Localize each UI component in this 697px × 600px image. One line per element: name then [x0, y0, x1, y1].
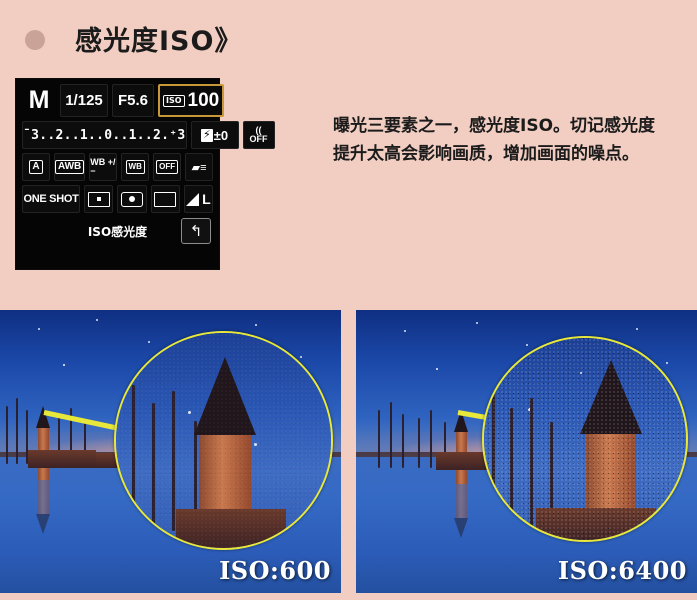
image-noise-overlay: [484, 338, 686, 540]
wireless-flash-icon[interactable]: (( OFF: [242, 121, 275, 149]
metering-mode-button[interactable]: [117, 185, 147, 213]
quality-fine-icon: [186, 192, 200, 206]
af-area-icon: [154, 191, 177, 207]
wb-bracket-button[interactable]: WB: [121, 153, 150, 181]
flash-comp-value: ±0: [213, 127, 229, 143]
picture-style-button[interactable]: A: [22, 153, 50, 181]
camera-lcd-panel: M 1/125 F5.6 ISO 100 ¯3..2..1..0..1..2.⁺…: [15, 78, 275, 270]
iso-value: 100: [187, 89, 220, 111]
lcd-row-exposure: M 1/125 F5.6 ISO 100: [22, 84, 225, 117]
back-button-icon[interactable]: ↰: [181, 218, 211, 244]
photo-iso-low: ISO:600: [0, 310, 341, 593]
lens-correction-icon: OFF: [156, 160, 179, 174]
iso-setting-selected[interactable]: ISO 100: [158, 84, 225, 117]
wb-shift-icon: WB +/−: [90, 157, 116, 176]
lcd-row-image-settings: A AWB WB +/− WB OFF ▰≡: [22, 153, 214, 181]
shooting-mode-display[interactable]: M: [22, 84, 56, 117]
wb-bracket-icon: WB: [125, 160, 145, 174]
quality-size-label: L: [202, 191, 211, 207]
iso-caption-right: ISO:6400: [557, 556, 687, 585]
photo-comparison-strip: ISO:600 ISO:6400: [0, 310, 697, 593]
flash-exposure-compensation[interactable]: ⚡ ±0: [190, 121, 239, 149]
awb-icon: AWB: [54, 160, 85, 174]
page-title: 感光度ISO》: [75, 26, 243, 57]
magnifier-circle: [114, 331, 333, 550]
description-text: 曝光三要素之一，感光度ISO。切记感光度提升太高会影响画质，增加画面的噪点。: [333, 116, 656, 165]
lcd-caption: ISO感光度: [87, 224, 148, 239]
magnifier-content: [116, 333, 331, 548]
white-balance-button[interactable]: AWB: [53, 153, 86, 181]
lcd-footer: ISO感光度 ↰: [22, 217, 213, 245]
picture-style-icon: A: [29, 160, 43, 174]
image-quality-button[interactable]: L: [183, 185, 213, 213]
lens-correction-button[interactable]: OFF: [153, 153, 182, 181]
shutter-speed-display[interactable]: 1/125: [60, 84, 108, 117]
custom-controls-button[interactable]: ▰≡: [185, 153, 214, 181]
af-mode-button[interactable]: ONE SHOT: [22, 185, 80, 213]
bullet-marker-icon: [25, 30, 45, 50]
magnifier-content: [484, 338, 686, 540]
lcd-row-meter: ¯3..2..1..0..1..2.⁺3 ⚡ ±0 (( OFF: [22, 121, 275, 149]
image-noise-overlay: [116, 333, 331, 548]
evaluative-metering-icon: [120, 191, 143, 207]
flash-bolt-icon: ⚡: [200, 128, 213, 142]
wb-shift-button[interactable]: WB +/−: [89, 153, 118, 181]
aperture-display[interactable]: F5.6: [112, 84, 154, 117]
custom-controls-icon: ▰≡: [191, 161, 207, 174]
drive-mode-button[interactable]: [84, 185, 114, 213]
wireless-state-label: OFF: [249, 134, 268, 144]
iso-badge-icon: ISO: [163, 94, 185, 107]
photo-iso-high: ISO:6400: [356, 310, 697, 593]
lcd-row-focus-drive: ONE SHOT L: [22, 185, 213, 213]
magnifier-circle: [482, 336, 688, 542]
iso-caption-left: ISO:600: [219, 556, 331, 585]
exposure-level-scale[interactable]: ¯3..2..1..0..1..2.⁺3: [22, 121, 187, 149]
header: 感光度ISO》: [0, 0, 697, 68]
af-area-button[interactable]: [150, 185, 180, 213]
footer-strip: [0, 593, 697, 600]
single-shot-icon: [87, 191, 110, 207]
